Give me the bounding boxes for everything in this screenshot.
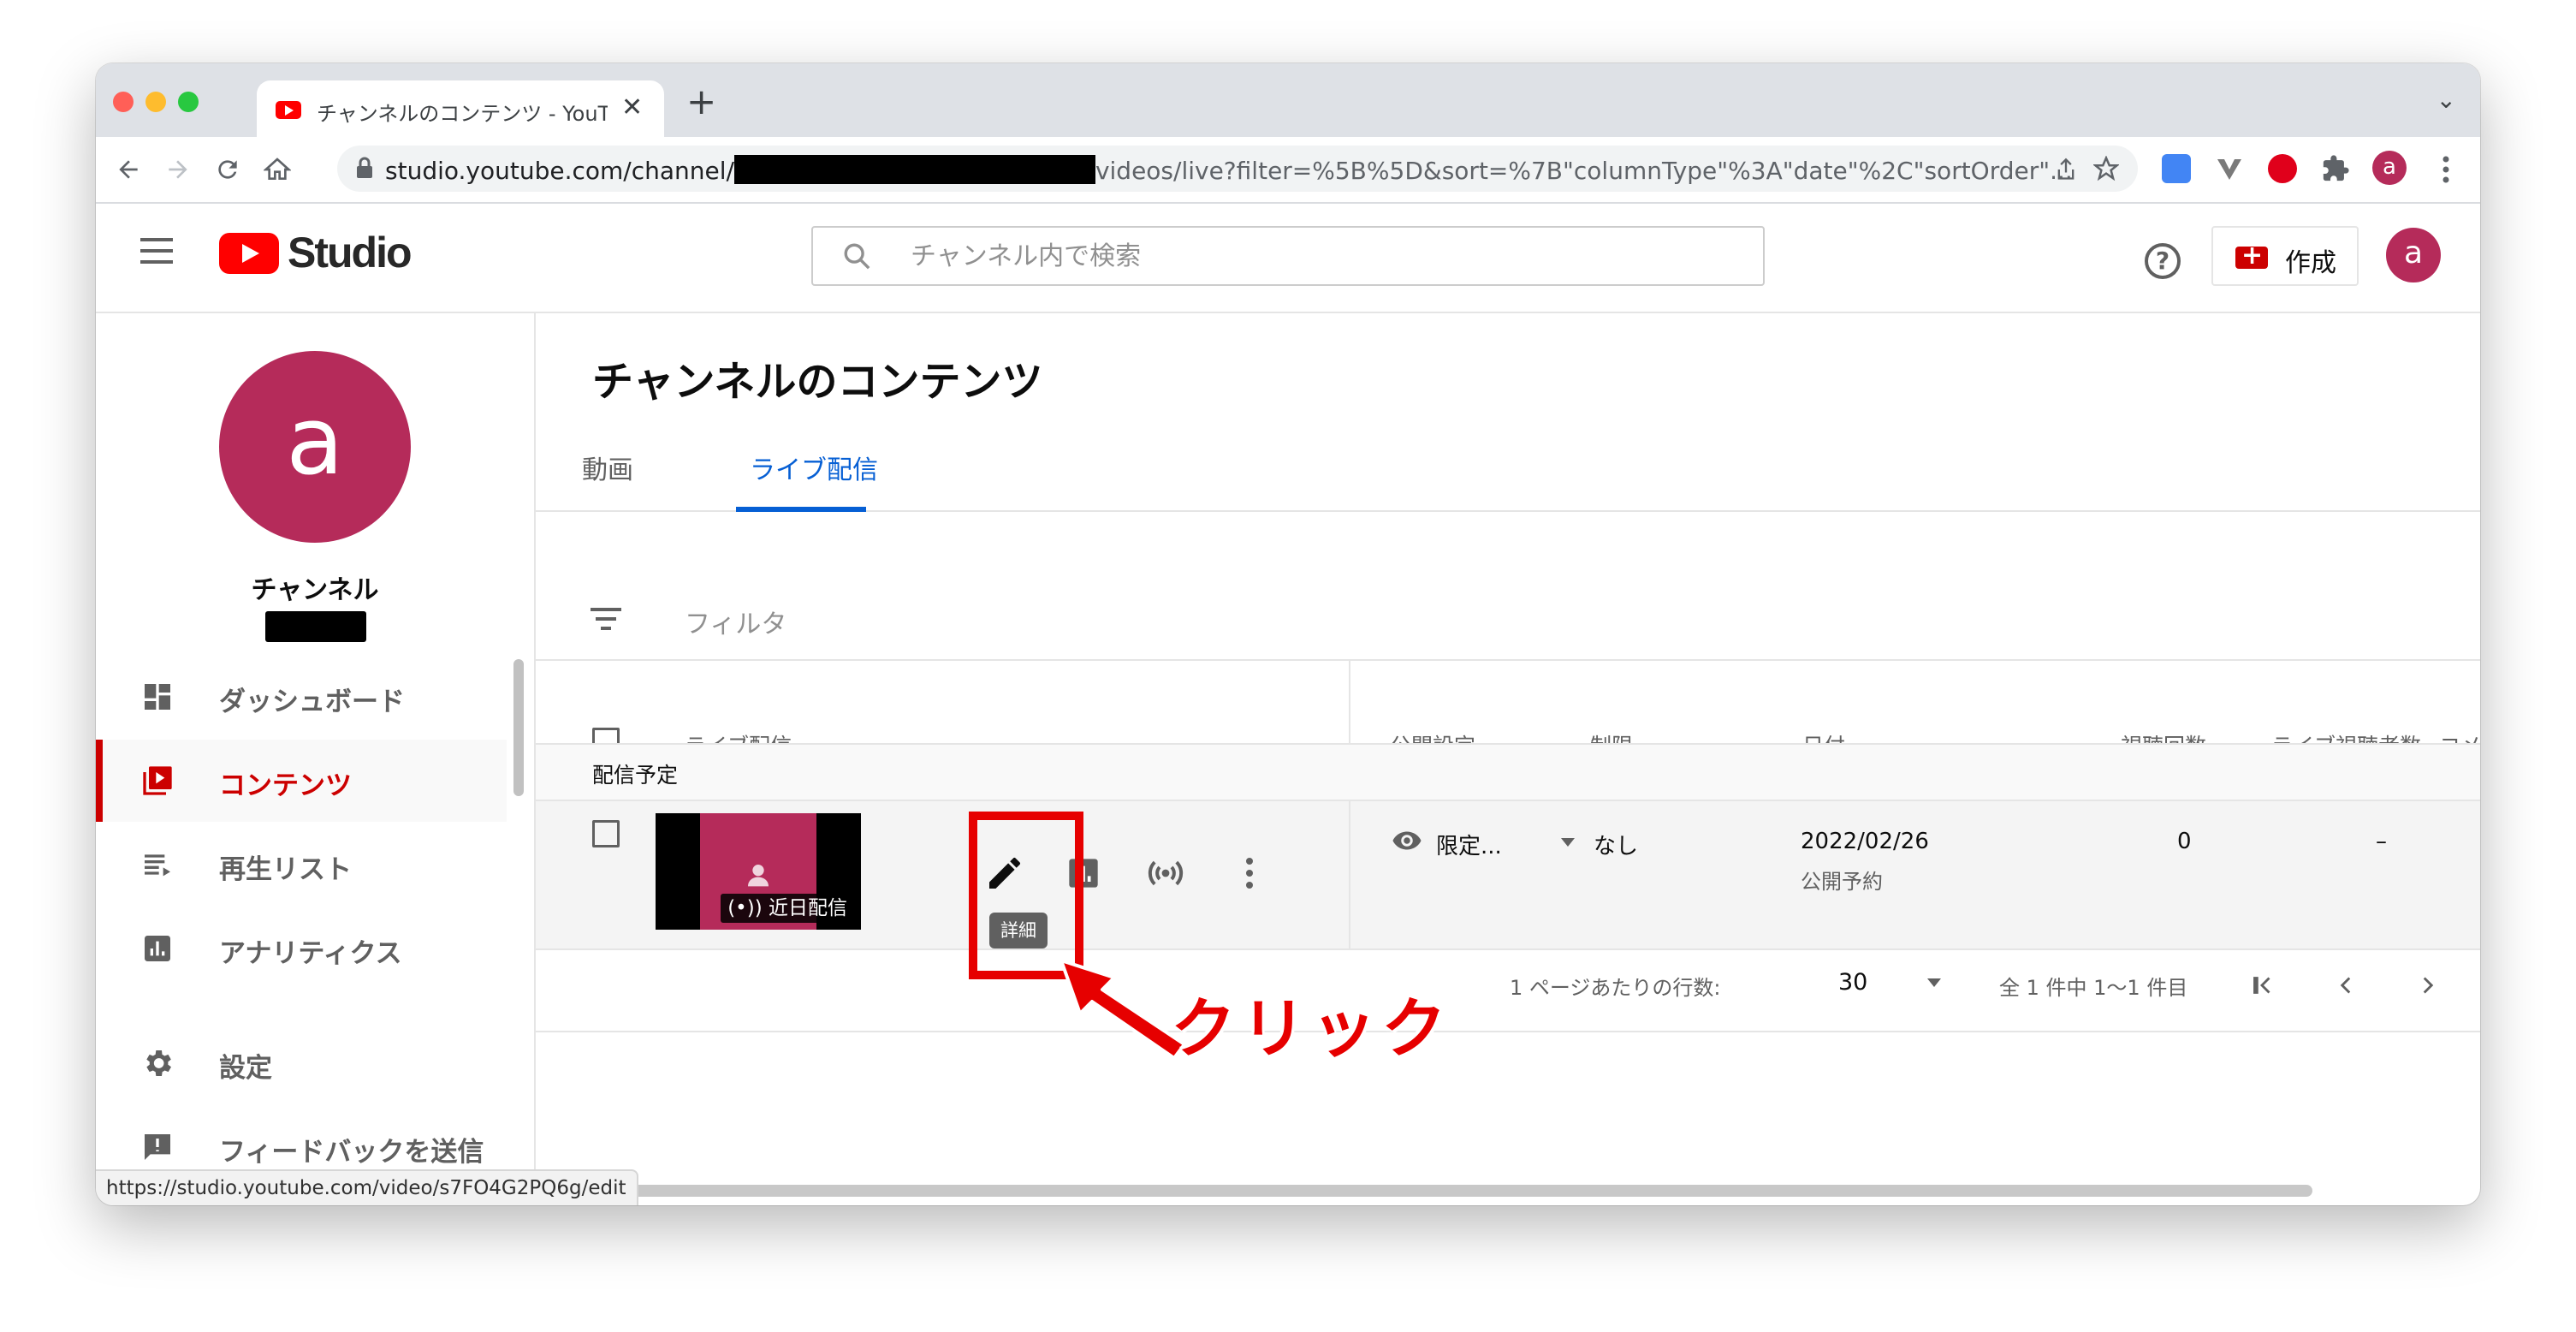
rows-per-page-label: 1 ページあたりの行数: xyxy=(1510,976,1721,1000)
visibility-value[interactable]: 限定... xyxy=(1436,829,1502,860)
share-icon[interactable] xyxy=(2054,158,2078,181)
eye-icon xyxy=(1392,831,1422,850)
status-url: https://studio.youtube.com/video/s7FO4G2… xyxy=(96,1169,638,1205)
dashboard-icon xyxy=(145,684,170,710)
more-options-icon[interactable] xyxy=(1229,853,1270,894)
prev-page-icon[interactable] xyxy=(2331,971,2360,1000)
lock-icon xyxy=(357,157,372,178)
security-extension-icon[interactable] xyxy=(2268,154,2297,183)
section-label: 配信予定 xyxy=(592,763,679,788)
close-window-button[interactable] xyxy=(113,92,134,112)
main-content: チャンネルのコンテンツ 動画 ライブ配信 フィルタ ライブ配信 公開設定 制限 … xyxy=(536,312,2480,1205)
browser-tab[interactable]: チャンネルのコンテンツ - YouTube Studio ✕ xyxy=(257,80,664,137)
home-icon[interactable] xyxy=(264,156,291,183)
channel-name: チャンネル xyxy=(251,575,379,605)
dropdown-arrow-icon[interactable] xyxy=(1559,837,1576,847)
tab-strip: チャンネルのコンテンツ - YouTube Studio ✕ + ⌄ xyxy=(96,63,2480,137)
back-icon[interactable] xyxy=(115,156,142,183)
sidebar-item-label: 再生リスト xyxy=(219,854,352,885)
feedback-icon xyxy=(145,1134,170,1160)
filter-divider xyxy=(536,659,2480,661)
search-input[interactable] xyxy=(911,241,1681,271)
sidebar-item-content[interactable]: コンテンツ xyxy=(96,740,507,822)
sidebar-item-label: アナリティクス xyxy=(219,938,402,969)
playlist-icon xyxy=(145,854,170,877)
browser-window: チャンネルのコンテンツ - YouTube Studio ✕ + ⌄ studi… xyxy=(96,63,2480,1205)
filter-input[interactable]: フィルタ xyxy=(685,603,786,640)
reload-icon[interactable] xyxy=(214,156,241,183)
channel-avatar[interactable]: a xyxy=(219,351,411,543)
translate-extension-icon[interactable] xyxy=(2162,154,2191,183)
video-camera-plus-icon xyxy=(2235,241,2268,271)
close-tab-icon[interactable]: ✕ xyxy=(621,92,643,122)
sidebar-item-label: 設定 xyxy=(219,1053,272,1084)
studio-header: Studio ? 作成 a xyxy=(96,202,2480,313)
browser-toolbar: studio.youtube.com/channel/videos/live?f… xyxy=(96,137,2480,204)
live-viewers-value: – xyxy=(2376,829,2387,854)
gear-icon xyxy=(146,1050,171,1076)
horizontal-scrollbar[interactable] xyxy=(626,1185,2312,1197)
column-divider xyxy=(1349,661,1350,743)
account-avatar[interactable]: a xyxy=(2386,228,2441,282)
redacted-channel-id xyxy=(733,155,1095,184)
person-icon xyxy=(748,865,769,887)
page-title: チャンネルのコンテンツ xyxy=(592,358,1043,406)
pager-divider xyxy=(536,1031,2480,1032)
url-text: studio.youtube.com/channel/videos/live?f… xyxy=(385,155,2073,185)
sidebar-scrollbar[interactable] xyxy=(513,659,524,796)
maximize-window-button[interactable] xyxy=(178,92,199,112)
analytics-icon xyxy=(145,936,170,961)
video-thumbnail[interactable]: (•)) 近日配信 xyxy=(656,813,861,930)
click-annotation: クリック xyxy=(1170,990,1451,1068)
filter-icon[interactable] xyxy=(591,608,621,632)
page-range: 全 1 件中 1～1 件目 xyxy=(1999,976,2188,1000)
column-divider xyxy=(1349,801,1350,948)
date-value: 2022/02/26 xyxy=(1801,829,1929,854)
minimize-window-button[interactable] xyxy=(145,92,166,112)
sidebar-item-label: コンテンツ xyxy=(219,770,352,801)
live-broadcast-icon[interactable] xyxy=(1145,853,1186,894)
tab-title: チャンネルのコンテンツ - YouTube Studio xyxy=(317,102,608,126)
new-tab-button[interactable]: + xyxy=(686,84,716,120)
vpn-extension-icon[interactable] xyxy=(2215,154,2244,183)
redacted-channel-handle xyxy=(265,611,366,642)
content-icon xyxy=(143,766,172,795)
upcoming-live-badge: (•)) 近日配信 xyxy=(721,894,854,923)
forward-icon[interactable] xyxy=(164,156,192,183)
tab-list-chevron-icon[interactable]: ⌄ xyxy=(2437,86,2456,114)
search-box[interactable] xyxy=(811,226,1765,286)
views-value: 0 xyxy=(2177,829,2192,854)
rows-dropdown-icon[interactable] xyxy=(1926,978,1943,988)
rows-per-page-value[interactable]: 30 xyxy=(1838,969,1867,996)
active-tab-indicator xyxy=(736,507,866,512)
sidebar-item-label: フィードバックを送信 xyxy=(219,1137,484,1168)
create-button[interactable]: 作成 xyxy=(2211,226,2359,286)
restriction-value: なし xyxy=(1594,834,1639,859)
sidebar-item-settings[interactable]: 設定 xyxy=(96,1022,507,1104)
create-label: 作成 xyxy=(2285,248,2336,278)
row-divider xyxy=(536,948,2480,950)
bookmark-star-icon[interactable] xyxy=(2093,156,2119,181)
first-page-icon[interactable] xyxy=(2247,971,2276,1000)
youtube-logo-icon xyxy=(219,233,279,274)
hamburger-menu-icon[interactable] xyxy=(140,238,173,264)
sidebar: a チャンネル ダッシュボード コンテンツ 再生リスト アナリティクス 設定 フ… xyxy=(96,312,536,1205)
youtube-favicon-icon xyxy=(276,101,301,119)
browser-profile-avatar[interactable]: a xyxy=(2372,151,2407,185)
browser-menu-icon[interactable] xyxy=(2441,154,2451,185)
search-icon xyxy=(844,243,870,270)
row-checkbox[interactable] xyxy=(592,820,620,847)
sidebar-item-analytics[interactable]: アナリティクス xyxy=(96,907,507,990)
next-page-icon[interactable] xyxy=(2413,971,2442,1000)
sidebar-item-playlists[interactable]: 再生リスト xyxy=(96,824,507,906)
date-status: 公開予約 xyxy=(1801,870,1883,894)
logo-text: Studio xyxy=(288,229,413,277)
section-header xyxy=(536,745,2480,800)
help-icon[interactable]: ? xyxy=(2145,243,2181,279)
sidebar-item-label: ダッシュボード xyxy=(219,687,405,717)
extensions-puzzle-icon[interactable] xyxy=(2321,154,2350,183)
sidebar-item-dashboard[interactable]: ダッシュボード xyxy=(96,656,507,738)
address-bar[interactable]: studio.youtube.com/channel/videos/live?f… xyxy=(337,146,2138,192)
